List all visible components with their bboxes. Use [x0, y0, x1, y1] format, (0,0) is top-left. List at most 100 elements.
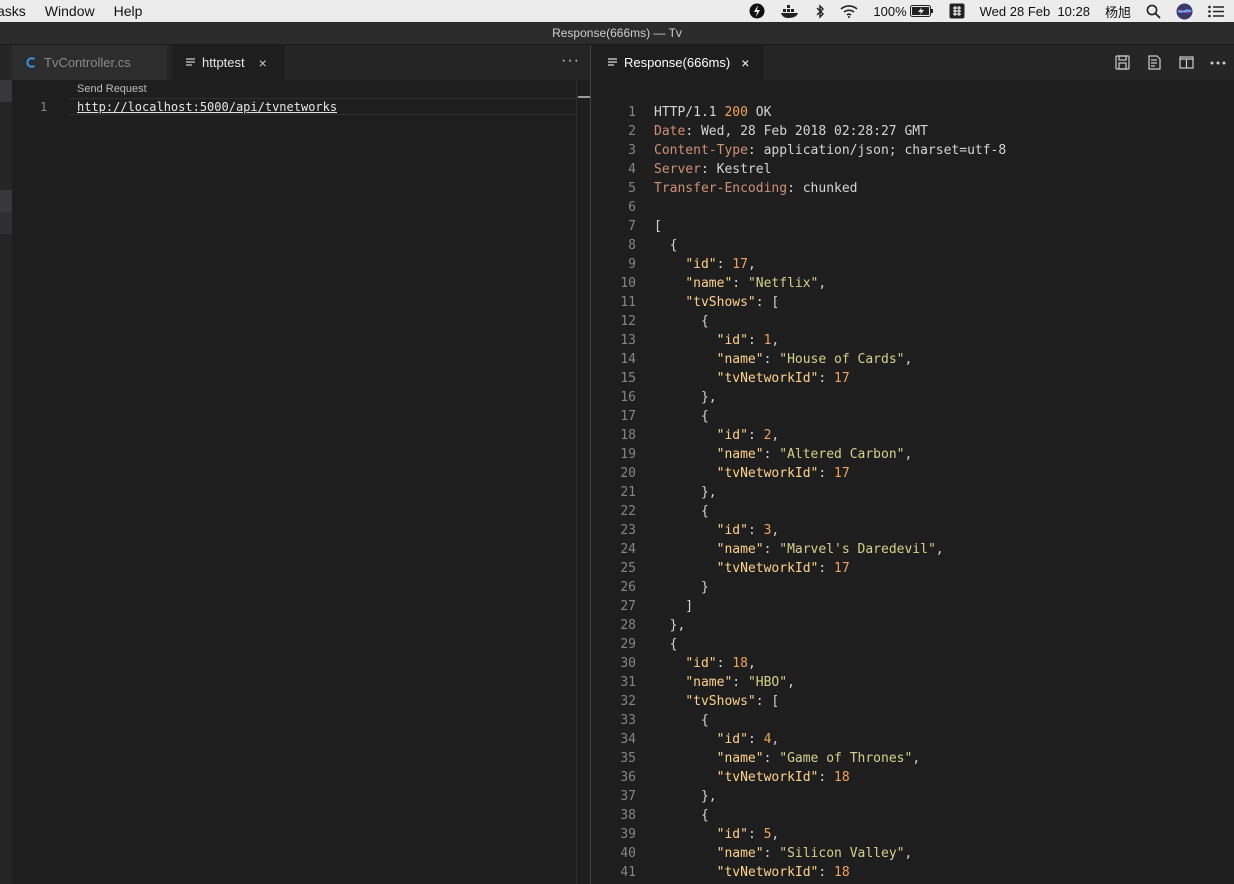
token-key: "id" [716, 428, 748, 443]
token-hv: : application/json; charset=utf-8 [747, 143, 1007, 158]
token-pun: } [654, 580, 709, 595]
line-number: 19 [620, 447, 636, 462]
token-pun [654, 827, 717, 842]
status-area: 100% Wed 28 Feb 10:28 杨旭 [749, 0, 1234, 22]
tab-label: httptest [202, 55, 245, 70]
menu-help[interactable]: Help [114, 3, 143, 19]
token-pun: , [904, 352, 913, 367]
token-pun: : [716, 656, 733, 671]
send-request-codelens[interactable]: Send Request [77, 83, 147, 95]
bluetooth-icon[interactable] [815, 3, 825, 19]
token-num: 17 [834, 371, 850, 386]
token-key: "name" [716, 542, 764, 557]
line-number: 15 [620, 371, 636, 386]
token-key: "id" [716, 827, 748, 842]
close-icon[interactable]: × [741, 55, 749, 71]
token-hdr: Transfer-Encoding [654, 181, 788, 196]
left-scrollbar[interactable] [576, 80, 590, 884]
wifi-icon[interactable] [840, 4, 858, 18]
notification-center-icon[interactable] [1208, 5, 1224, 18]
request-url[interactable]: http://localhost:5000/api/tvnetworks [77, 100, 337, 114]
line-text: { [654, 407, 709, 426]
line-text: "id": 4, [654, 730, 780, 749]
document-lines-icon [608, 57, 617, 68]
tab-httptest[interactable]: httptest × [172, 45, 285, 80]
token-key: "name" [716, 846, 764, 861]
token-str: "Marvel's Daredevil" [779, 542, 936, 557]
bolt-icon[interactable] [749, 3, 765, 19]
token-num: 18 [834, 770, 850, 785]
document-lines-icon [186, 57, 195, 68]
token-pun: , [771, 732, 780, 747]
split-editor-icon[interactable] [1170, 56, 1202, 69]
scroll-thumb[interactable] [578, 96, 590, 98]
line-number: 3 [628, 143, 636, 158]
line-text: "tvShows": [ [654, 293, 779, 312]
battery-icon[interactable] [909, 5, 934, 17]
battery-percent: 100% [873, 3, 907, 19]
token-pun: : [732, 276, 748, 291]
token-str: "Netflix" [747, 276, 819, 291]
token-pun: , [771, 523, 780, 538]
datetime[interactable]: Wed 28 Feb 10:28 [980, 4, 1090, 19]
token-str: "Game of Thrones" [779, 751, 913, 766]
editor-actions [1106, 45, 1234, 80]
token-pun: { [654, 314, 709, 329]
line-number: 20 [620, 466, 636, 481]
token-pun: : [763, 352, 780, 367]
line-text: "id": 18, [654, 654, 755, 673]
token-pun: , [747, 257, 756, 272]
token-pun: : [ [755, 295, 780, 310]
token-pun: , [771, 333, 780, 348]
line-number: 33 [620, 713, 636, 728]
token-pun: { [654, 504, 709, 519]
line-text: "tvNetworkId": 17 [654, 559, 850, 578]
more-actions-icon[interactable]: ··· [561, 45, 580, 80]
line-number: 31 [620, 675, 636, 690]
menu-tasks[interactable]: asks [0, 3, 26, 19]
tab-tvcontroller[interactable]: TvController.cs [12, 45, 167, 80]
token-pun [654, 257, 685, 272]
token-pun: }, [654, 618, 686, 633]
token-pun: { [654, 238, 678, 253]
token-pun [654, 751, 717, 766]
line-text: "name": "House of Cards", [654, 350, 913, 369]
token-pun: : [763, 542, 780, 557]
line-text: { [654, 502, 709, 521]
left-editor-group: TvController.cs httptest × ··· Send Requ… [0, 45, 590, 884]
search-icon[interactable] [1146, 4, 1161, 19]
line-number: 29 [620, 637, 636, 652]
line-number: 23 [620, 523, 636, 538]
line-number: 1 [628, 105, 636, 120]
siri-icon[interactable] [1176, 3, 1193, 20]
line-text: Content-Type: application/json; charset=… [654, 141, 1006, 160]
line-number: 30 [620, 656, 636, 671]
token-hv: HTTP/1.1 [654, 105, 725, 120]
token-key: "id" [716, 732, 748, 747]
line-text: "name": "Silicon Valley", [654, 844, 913, 863]
docker-icon[interactable] [780, 4, 800, 18]
line-number: 4 [628, 162, 636, 177]
line-number: 36 [620, 770, 636, 785]
tab-response[interactable]: Response(666ms) × [591, 45, 764, 80]
line-number: 22 [620, 504, 636, 519]
token-hdr: Date [654, 124, 686, 139]
token-num: 200 [724, 105, 748, 120]
close-icon[interactable]: × [259, 55, 267, 71]
menu-window[interactable]: Window [45, 3, 95, 19]
preview-icon[interactable] [1138, 55, 1170, 70]
window-title: Response(666ms) — Tv [0, 22, 1234, 45]
token-str: "HBO" [747, 675, 788, 690]
input-method-icon[interactable] [949, 3, 965, 19]
token-pun: { [654, 637, 678, 652]
token-key: "id" [685, 257, 717, 272]
token-pun: : [763, 447, 780, 462]
more-icon[interactable] [1202, 61, 1234, 65]
right-editor-group: Response(666ms) × 1 HTTP/1.1 200 OK 2 Date:… [591, 45, 1234, 884]
line-text: "tvNetworkId": 18 [654, 768, 850, 787]
save-icon[interactable] [1106, 55, 1138, 70]
token-pun [654, 542, 717, 557]
line-text: "id": 5, [654, 825, 780, 844]
user-name[interactable]: 杨旭 [1105, 2, 1131, 21]
line-number: 27 [620, 599, 636, 614]
